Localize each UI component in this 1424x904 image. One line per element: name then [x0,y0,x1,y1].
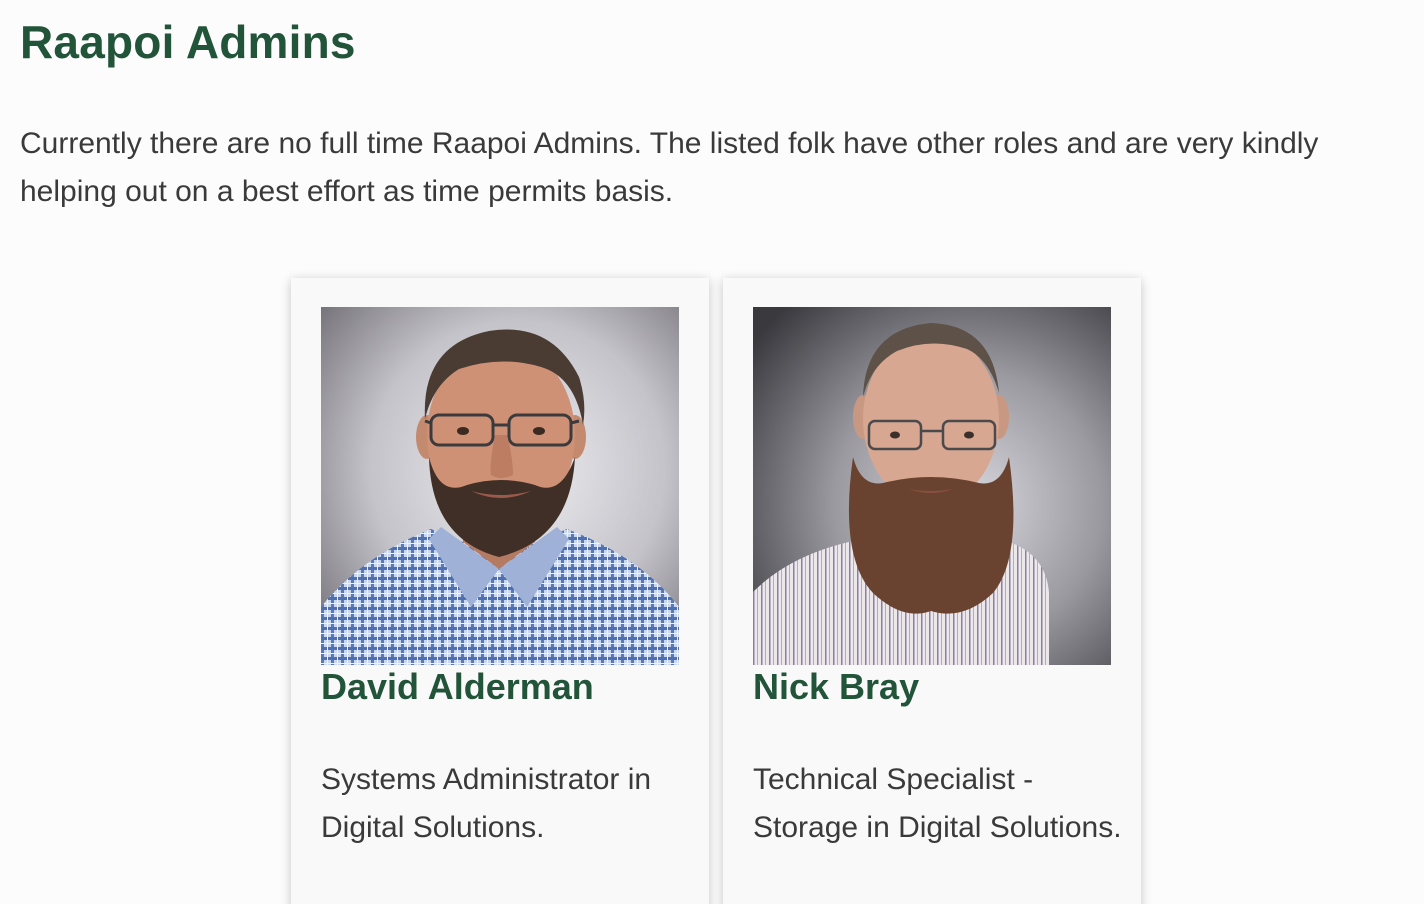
intro-text: Currently there are no full time Raapoi … [20,127,1319,208]
page-title: Raapoi Admins [20,16,356,68]
admin-name: David Alderman [321,666,594,707]
admin-role: Systems Administrator in Digital Solutio… [321,763,652,844]
admin-role: Technical Specialist - Storage in Digita… [753,763,1122,844]
admin-photo [321,307,679,665]
admin-photo [753,307,1111,665]
admin-name: Nick Bray [753,666,920,707]
page: Raapoi Admins Currently there are no ful… [0,0,1424,904]
admin-card: David Alderman Systems Administrator in … [291,278,709,904]
admin-card: Nick Bray Technical Specialist - Storage… [723,278,1141,904]
